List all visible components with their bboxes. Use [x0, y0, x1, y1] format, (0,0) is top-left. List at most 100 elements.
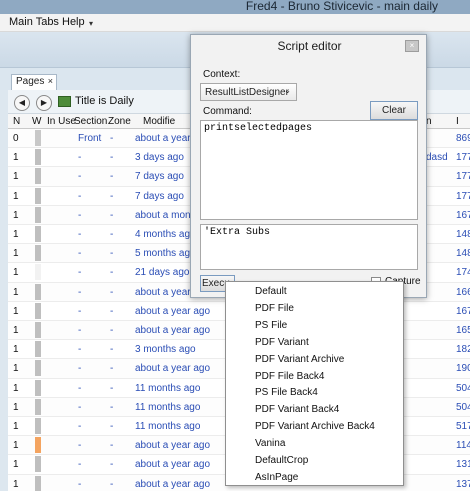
menu-bar: Main Tabs Help ▾: [0, 14, 470, 32]
in-use-indicator: [35, 341, 41, 358]
row-zone: -: [110, 382, 114, 394]
context-select[interactable]: ResultListDesigner ⌄: [200, 83, 297, 101]
row-zone: -: [110, 421, 114, 432]
clear-button[interactable]: Clear: [370, 101, 418, 120]
window-titlebar: Fred4 - Bruno Stivicevic - main daily: [0, 0, 470, 14]
row-section: -: [78, 248, 82, 260]
row-section: -: [78, 440, 82, 452]
menu-main-tabs[interactable]: Main Tabs: [9, 16, 59, 28]
row-zone: -: [110, 325, 114, 336]
row-section: -: [78, 286, 82, 298]
title-icon: [58, 96, 71, 107]
row-number: 1: [13, 248, 19, 260]
close-icon[interactable]: ×: [405, 40, 419, 52]
row-number: 1: [13, 190, 19, 202]
menu-item[interactable]: PDF Variant Back4: [255, 404, 339, 415]
row-section: Front: [78, 133, 102, 144]
row-number: 1: [13, 286, 19, 298]
row-zone: -: [110, 171, 114, 183]
in-use-indicator: [35, 130, 41, 146]
row-number: 1: [13, 152, 19, 164]
row-id: 114: [456, 440, 470, 452]
row-id: 167: [456, 209, 470, 221]
row-section: -: [78, 459, 82, 471]
column-header-modified[interactable]: Modifie: [143, 116, 175, 127]
row-id: 190: [456, 363, 470, 375]
column-header-right[interactable]: I: [456, 116, 459, 127]
chevron-down-icon: ⌄: [284, 86, 291, 95]
column-header-section[interactable]: Section: [74, 116, 107, 127]
row-section: -: [78, 305, 82, 317]
row-modified: about a year ago: [135, 478, 211, 490]
row-section: -: [78, 382, 82, 394]
column-header-zone[interactable]: Zone: [108, 116, 131, 127]
row-id: 177: [456, 152, 470, 164]
in-use-indicator: [35, 456, 41, 473]
chevron-down-icon[interactable]: ▾: [89, 19, 93, 28]
menu-item[interactable]: PDF Variant Archive: [255, 354, 344, 365]
row-section: -: [78, 209, 82, 221]
row-modified: 3 months ago: [135, 344, 196, 356]
row-zone: -: [110, 209, 114, 221]
in-use-indicator: [35, 437, 41, 454]
menu-item[interactable]: PDF Variant Archive Back4: [255, 421, 375, 432]
row-modified: 3 days ago: [135, 152, 184, 164]
row-id: 177: [456, 171, 470, 183]
row-modified: about a mont: [135, 209, 194, 221]
row-id: 174: [456, 267, 470, 279]
output-text-area[interactable]: 'Extra Subs: [200, 224, 418, 270]
row-number: 1: [13, 229, 19, 240]
menu-item[interactable]: Default: [255, 286, 287, 297]
in-use-indicator: [35, 283, 41, 300]
row-zone: -: [110, 286, 114, 298]
menu-item[interactable]: DefaultCrop: [255, 455, 308, 466]
row-number: 1: [13, 305, 19, 317]
menu-item[interactable]: PS File Back4: [255, 387, 318, 398]
execute-dropdown-menu: Default PDF File PS File PDF Variant PDF Var…: [225, 281, 404, 486]
row-number: 1: [13, 209, 19, 221]
in-use-indicator: [35, 206, 41, 223]
row-zone: -: [110, 305, 114, 317]
menu-item[interactable]: PDF Variant: [255, 337, 309, 348]
window-title: Fred4 - Bruno Stivicevic - main daily: [245, 0, 438, 13]
row-modified: 11 months ago: [135, 421, 201, 432]
command-input[interactable]: printselectedpages: [200, 120, 418, 220]
in-use-indicator: [35, 149, 41, 166]
title-text: Title is Daily: [75, 95, 134, 107]
menu-item[interactable]: Vanina: [255, 438, 285, 449]
menu-item[interactable]: AsInPage: [255, 472, 298, 483]
row-modified: 5 months ago: [135, 248, 196, 260]
in-use-indicator: [35, 168, 41, 185]
row-section: -: [78, 267, 82, 279]
menu-item[interactable]: PDF File: [255, 303, 294, 314]
row-zone: -: [110, 440, 114, 452]
row-zone: -: [110, 459, 114, 471]
menu-item[interactable]: PDF File Back4: [255, 371, 324, 382]
command-label: Command:: [203, 106, 252, 117]
row-number: 1: [13, 171, 19, 183]
in-use-indicator: [35, 379, 41, 396]
in-use-indicator: [35, 302, 41, 319]
back-button[interactable]: ◀: [14, 95, 30, 111]
column-header-in-use[interactable]: In Use: [47, 116, 76, 127]
row-zone: -: [110, 478, 114, 490]
tab-pages[interactable]: Pages ×: [11, 74, 57, 90]
row-id: 517: [456, 421, 470, 432]
row-section: -: [78, 325, 82, 336]
row-modified: 7 days ago: [135, 171, 184, 183]
close-icon[interactable]: ×: [48, 76, 53, 86]
row-section: -: [78, 171, 82, 183]
script-editor-dialog: Script editor × Context: ResultListDesig…: [190, 34, 427, 298]
column-header-n[interactable]: N: [13, 116, 20, 127]
row-id: 165: [456, 325, 470, 336]
in-use-indicator: [35, 226, 41, 242]
column-header-w[interactable]: W: [32, 116, 41, 127]
menu-help[interactable]: Help: [62, 16, 85, 28]
row-zone: -: [110, 190, 114, 202]
in-use-indicator: [35, 245, 41, 262]
row-modified: 11 months ago: [135, 401, 201, 413]
row-modified: about a year ago: [135, 305, 211, 317]
forward-button[interactable]: ▶: [36, 95, 52, 111]
menu-item[interactable]: PS File: [255, 320, 287, 331]
row-zone: -: [110, 152, 114, 164]
